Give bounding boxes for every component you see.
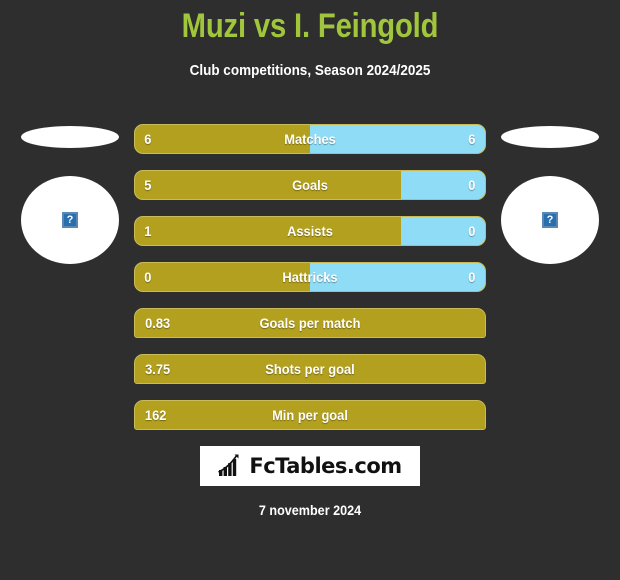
player-home: ? [0,118,140,268]
stat-bar-track [134,308,486,338]
stat-bar-home-fill [135,171,401,199]
stat-bar-track [134,124,486,154]
stat-bar-track [134,262,486,292]
stat-bar-home-fill [135,125,310,153]
player-away: ? [480,118,620,268]
page-title: Muzi vs I. Feingold [181,7,439,45]
stat-bar-row: 0 0 Hattricks [134,262,486,292]
stat-bar-row: 0.83 Goals per match [134,308,486,338]
page-subtitle: Club competitions, Season 2024/2025 [189,62,431,79]
fctables-logo-text: FcTables.com [249,454,402,478]
broken-image-icon: ? [62,212,78,228]
stat-bar-home-fill [135,263,310,291]
stat-bar-row: 162 Min per goal [134,400,486,430]
player-home-photo: ? [21,176,119,264]
stat-bar-list: 6 6 Matches 5 0 Goals 1 0 Assists 0 0 Hattricks 0.83… [134,124,486,446]
stat-bar-row: 1 0 Assists [134,216,486,246]
stat-bar-row: 3.75 Shots per goal [134,354,486,384]
report-date: 7 november 2024 [258,502,362,518]
player-home-name-pill [21,126,119,148]
stat-bar-row: 6 6 Matches [134,124,486,154]
bar-chart-growth-icon [218,454,239,476]
player-away-name-pill [501,126,599,148]
broken-image-glyph: ? [546,213,554,226]
fctables-logo[interactable]: FcTables.com [200,446,420,486]
player-away-photo: ? [501,176,599,264]
stat-bar-track [134,400,486,430]
stat-bar-track [134,354,486,384]
comparison-infographic: Muzi vs I. Feingold Club competitions, S… [0,0,620,580]
stat-bar-track [134,216,486,246]
stat-bar-row: 5 0 Goals [134,170,486,200]
broken-image-glyph: ? [66,213,74,226]
stat-bar-home-fill [135,217,401,245]
broken-image-icon: ? [542,212,558,228]
stat-bar-track [134,170,486,200]
